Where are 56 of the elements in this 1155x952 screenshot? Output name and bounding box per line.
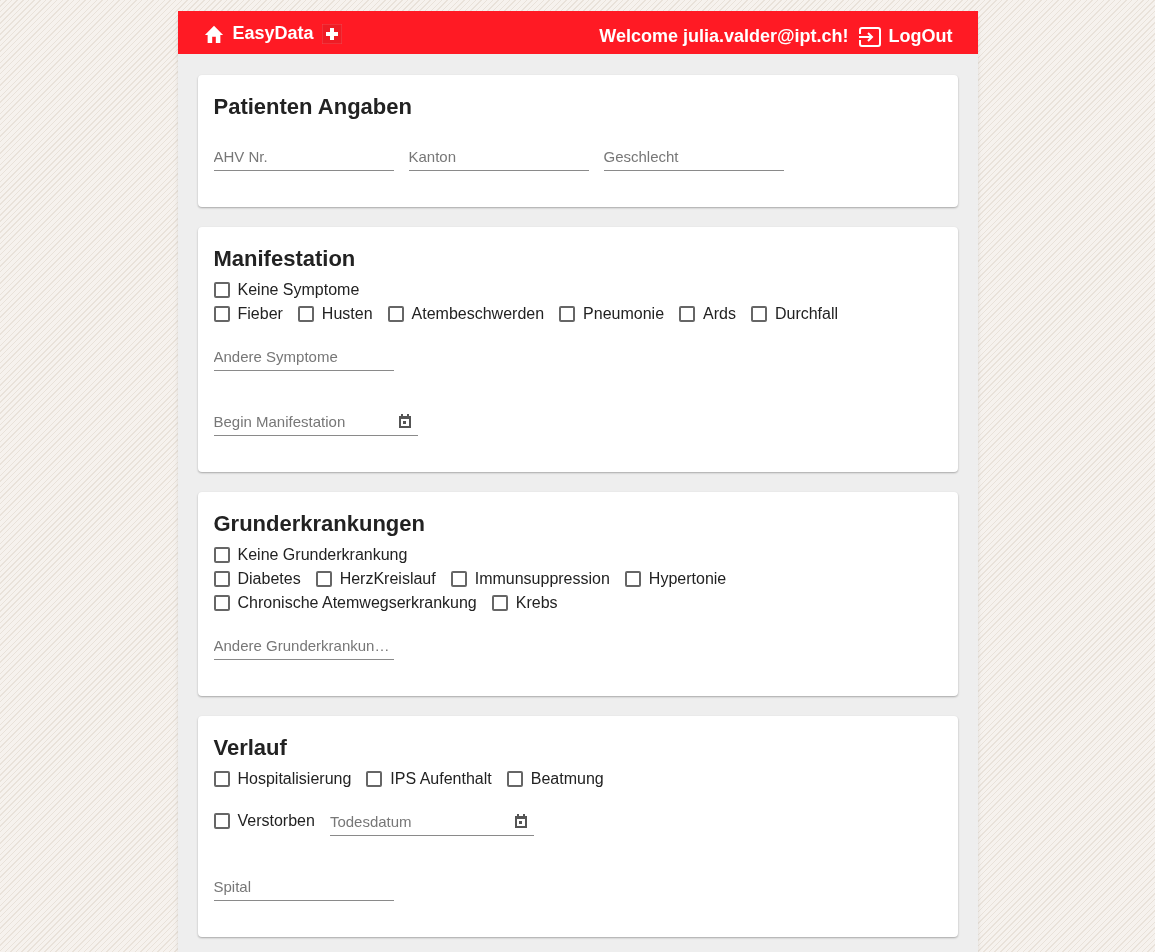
checkbox[interactable]	[366, 771, 383, 787]
section-title: Verlauf	[213, 734, 288, 762]
checkbox[interactable]	[624, 571, 641, 587]
checkbox-option[interactable]: Hypertonie	[624, 567, 727, 591]
checkbox-option[interactable]: Beatmung	[506, 767, 604, 791]
input-field[interactable]: Andere Symptome	[213, 326, 394, 371]
calendar-icon[interactable]	[513, 814, 528, 828]
home-icon[interactable]	[202, 23, 225, 44]
section-title: Patienten Angaben	[213, 93, 413, 121]
checkbox[interactable]	[679, 306, 696, 322]
checkbox-option[interactable]: Verstorben	[213, 809, 315, 833]
input-field[interactable]: Kanton	[408, 126, 589, 171]
input-field[interactable]: AHV Nr.	[213, 126, 394, 171]
checkbox[interactable]	[450, 571, 467, 587]
checkbox[interactable]	[213, 282, 230, 298]
checkbox-option[interactable]: IPS Aufenthalt	[366, 767, 492, 791]
logout-icon	[858, 26, 881, 47]
input-field[interactable]: Spital	[213, 856, 394, 901]
checkbox[interactable]	[491, 595, 508, 611]
checkbox[interactable]	[315, 571, 332, 587]
checkbox-option[interactable]: Diabetes	[213, 567, 301, 591]
welcome-message: Welcome julia.valder@ipt.ch!	[599, 25, 849, 48]
swiss-flag-icon	[321, 23, 342, 44]
checkbox-option[interactable]: Fieber	[213, 302, 283, 326]
checkbox[interactable]	[213, 306, 230, 322]
date-field[interactable]: Begin Manifestation	[213, 391, 418, 436]
calendar-icon[interactable]	[397, 414, 412, 428]
checkbox-option[interactable]: Chronische Atemwegserkrankung	[213, 591, 477, 615]
checkbox[interactable]	[387, 306, 404, 322]
checkbox[interactable]	[213, 547, 230, 563]
checkbox-option[interactable]: Atembeschwerden	[387, 302, 545, 326]
checkbox-option[interactable]: Krebs	[491, 591, 558, 615]
section-title: Manifestation	[213, 245, 357, 273]
checkbox[interactable]	[506, 771, 523, 787]
checkbox[interactable]	[559, 306, 576, 322]
checkbox-option[interactable]: Durchfall	[750, 302, 839, 326]
checkbox[interactable]	[750, 306, 767, 322]
checkbox-option[interactable]: Ards	[679, 302, 736, 326]
checkbox-option[interactable]: Keine Symptome	[213, 278, 360, 302]
input-field[interactable]: Geschlecht	[603, 126, 784, 171]
checkbox-option[interactable]: Keine Grunderkrankung	[213, 543, 408, 567]
checkbox-option[interactable]: Husten	[297, 302, 373, 326]
checkbox[interactable]	[213, 813, 230, 829]
checkbox[interactable]	[297, 306, 314, 322]
checkbox-option[interactable]: Immunsuppression	[450, 567, 610, 591]
brand-name[interactable]: EasyData	[232, 20, 314, 47]
input-field[interactable]: Andere Grunderkrankun…	[213, 615, 394, 660]
checkbox[interactable]	[213, 771, 230, 787]
section-title: Grunderkrankungen	[213, 510, 426, 538]
checkbox-option[interactable]: HerzKreislauf	[315, 567, 436, 591]
date-field[interactable]: Todesdatum	[329, 791, 534, 836]
logout-button[interactable]: LogOut	[858, 23, 953, 50]
checkbox-option[interactable]: Pneumonie	[559, 302, 665, 326]
checkbox[interactable]	[213, 595, 230, 611]
checkbox[interactable]	[213, 571, 230, 587]
checkbox-option[interactable]: Hospitalisierung	[213, 767, 352, 791]
